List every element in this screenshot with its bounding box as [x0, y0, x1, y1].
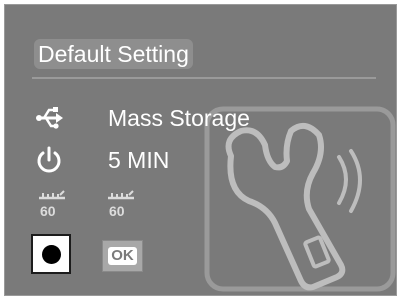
power-icon: [37, 146, 61, 173]
light-frequency-icon: 60: [108, 190, 134, 219]
ok-button[interactable]: OK: [102, 240, 143, 272]
frequency-label: 60: [40, 203, 56, 219]
frequency-label: 60: [109, 203, 125, 219]
auto-off-label: 5 MIN: [108, 147, 170, 173]
settings-screen: Default Setting Mass Storage 5 MIN 60 60…: [4, 4, 397, 296]
ok-label: OK: [108, 247, 137, 265]
record-icon: [41, 244, 61, 264]
title-divider: [32, 77, 376, 79]
record-button[interactable]: [31, 234, 71, 274]
light-frequency-icon: 60: [39, 190, 65, 219]
page-title: Default Setting: [34, 39, 193, 69]
usb-icon: [36, 107, 63, 129]
usb-mode-label: Mass Storage: [108, 105, 250, 131]
